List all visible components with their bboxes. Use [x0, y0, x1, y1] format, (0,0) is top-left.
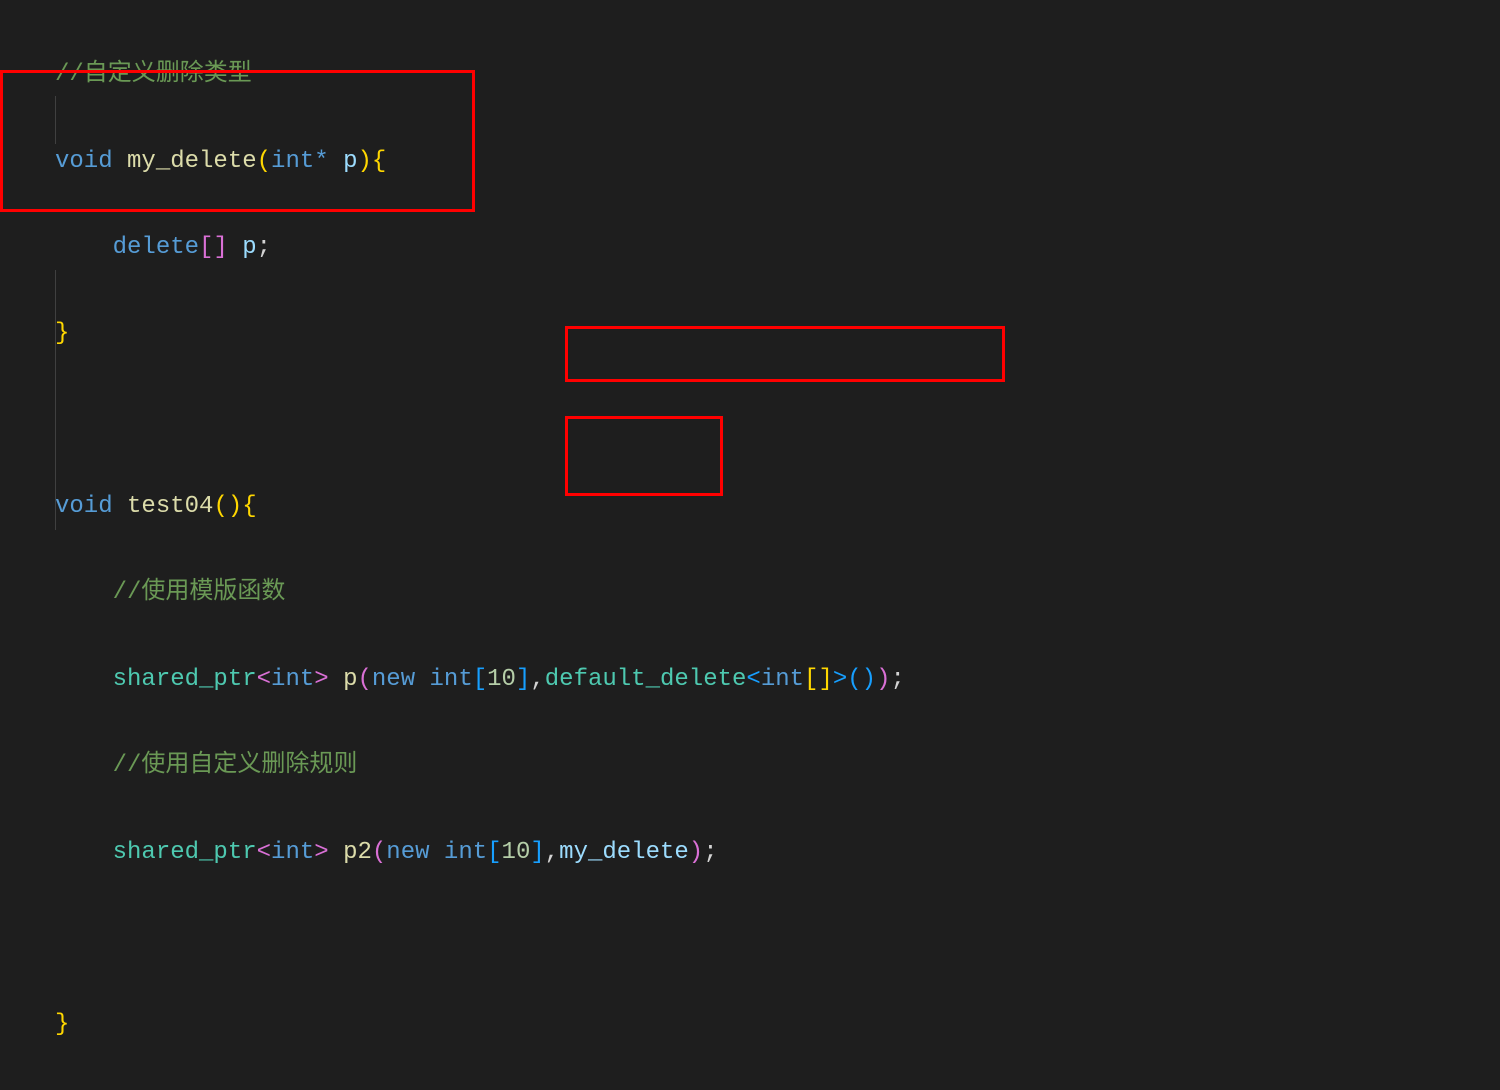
variable: p2: [343, 839, 372, 866]
angle: <: [257, 666, 271, 693]
type: default_delete: [545, 666, 747, 693]
code-line: delete[] p;: [0, 226, 1500, 269]
type: int: [761, 666, 804, 693]
paren: ): [876, 666, 890, 693]
function-name: my_delete: [127, 148, 257, 175]
comment-text: //自定义删除类型: [55, 61, 252, 88]
brace: {: [372, 148, 386, 175]
paren: ): [357, 148, 371, 175]
variable: p: [242, 234, 256, 261]
type: int: [444, 839, 487, 866]
code-line: }: [0, 312, 1500, 355]
code-line: //自定义删除类型: [0, 53, 1500, 96]
angle: >: [314, 839, 328, 866]
angle: >: [314, 666, 328, 693]
code-line: [0, 917, 1500, 960]
code-editor[interactable]: //自定义删除类型 void my_delete(int* p){ delete…: [0, 0, 1500, 1090]
keyword: void: [55, 148, 113, 175]
code-line: }: [0, 1003, 1500, 1046]
brace: }: [55, 1011, 69, 1038]
type: int: [430, 666, 473, 693]
paren: (: [213, 493, 227, 520]
bracket: [: [804, 666, 818, 693]
variable: p: [343, 666, 357, 693]
bracket: ]: [213, 234, 227, 261]
code-line: //使用模版函数: [0, 571, 1500, 614]
angle: >: [833, 666, 847, 693]
code-line: //使用自定义删除规则: [0, 744, 1500, 787]
type: int: [271, 666, 314, 693]
comma: ,: [530, 666, 544, 693]
comma: ,: [545, 839, 559, 866]
comment-text: //使用自定义删除规则: [113, 752, 358, 779]
paren: (: [847, 666, 861, 693]
keyword: new: [372, 666, 415, 693]
code-line: void my_delete(int* p){: [0, 140, 1500, 183]
code-line: void test04(){: [0, 485, 1500, 528]
indent-guide: [55, 270, 56, 530]
code-line: shared_ptr<int> p2(new int[10],my_delete…: [0, 831, 1500, 874]
paren: (: [357, 666, 371, 693]
angle: <: [257, 839, 271, 866]
semicolon: ;: [257, 234, 271, 261]
variable: p: [343, 148, 357, 175]
star: *: [314, 148, 328, 175]
code-line: [0, 399, 1500, 442]
number: 10: [502, 839, 531, 866]
angle: <: [746, 666, 760, 693]
bracket: [: [473, 666, 487, 693]
function-name: test04: [127, 493, 213, 520]
keyword: delete: [113, 234, 199, 261]
keyword: new: [386, 839, 429, 866]
brace: }: [55, 320, 69, 347]
type: shared_ptr: [113, 839, 257, 866]
semicolon: ;: [890, 666, 904, 693]
bracket: ]: [818, 666, 832, 693]
identifier: my_delete: [559, 839, 689, 866]
semicolon: ;: [703, 839, 717, 866]
type: int: [271, 839, 314, 866]
paren: ): [862, 666, 876, 693]
paren: ): [228, 493, 242, 520]
paren: (: [372, 839, 386, 866]
keyword: void: [55, 493, 113, 520]
indent-guide: [55, 96, 56, 144]
number: 10: [487, 666, 516, 693]
bracket: ]: [516, 666, 530, 693]
bracket: [: [199, 234, 213, 261]
paren: (: [257, 148, 271, 175]
comment-text: //使用模版函数: [113, 579, 286, 606]
type: int: [271, 148, 314, 175]
brace: {: [242, 493, 256, 520]
code-line: shared_ptr<int> p(new int[10],default_de…: [0, 658, 1500, 701]
bracket: ]: [530, 839, 544, 866]
paren: ): [689, 839, 703, 866]
bracket: [: [487, 839, 501, 866]
type: shared_ptr: [113, 666, 257, 693]
